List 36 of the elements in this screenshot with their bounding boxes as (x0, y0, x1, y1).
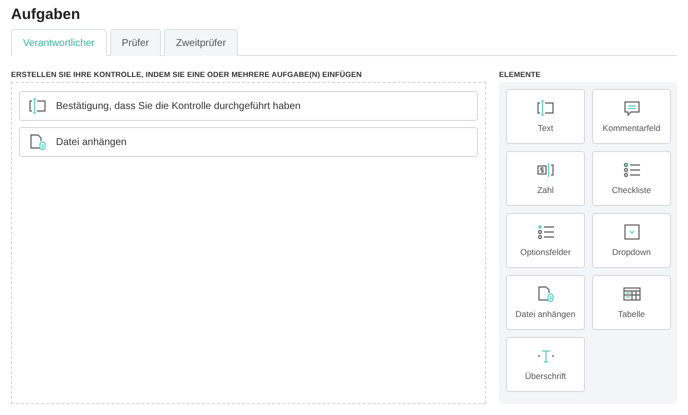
element-label: Überschrift (524, 371, 566, 381)
element-tile[interactable]: Tabelle (592, 275, 671, 330)
text-field-icon (28, 98, 48, 114)
tab[interactable]: Prüfer (110, 29, 161, 56)
element-tile[interactable]: Optionsfelder (506, 213, 585, 268)
number-field-icon (536, 162, 556, 178)
element-label: Kommentarfeld (602, 123, 660, 133)
element-label: Optionsfelder (520, 247, 571, 257)
element-tile[interactable]: Dropdown (592, 213, 671, 268)
attachment-icon (28, 134, 48, 150)
checklist-icon (622, 162, 642, 178)
task-label: Bestätigung, dass Sie die Kontrolle durchgeführt haben (56, 100, 301, 112)
element-tile[interactable]: Kommentarfeld (592, 89, 671, 144)
table-icon (622, 286, 642, 302)
element-tile[interactable]: Zahl (506, 151, 585, 206)
element-label: Text (538, 123, 554, 133)
element-label: Datei anhängen (515, 309, 576, 319)
dropdown-icon (622, 224, 642, 240)
element-label: Dropdown (612, 247, 651, 257)
element-tile[interactable]: Überschrift (506, 337, 585, 392)
element-label: Checkliste (612, 185, 652, 195)
text-field-icon (536, 100, 556, 116)
radio-list-icon (536, 224, 556, 240)
comment-icon (622, 100, 642, 116)
element-label: Tabelle (618, 309, 645, 319)
task-row[interactable]: Bestätigung, dass Sie die Kontrolle durchgeführt haben (19, 91, 478, 121)
attachment-icon (536, 286, 556, 302)
page-title: Aufgaben (11, 6, 82, 23)
element-tile[interactable]: Datei anhängen (506, 275, 585, 330)
task-row[interactable]: Datei anhängen (19, 127, 478, 157)
heading-icon (536, 348, 556, 364)
task-label: Datei anhängen (56, 136, 127, 148)
element-tile[interactable]: Checkliste (592, 151, 671, 206)
element-label: Zahl (537, 185, 554, 195)
element-tile[interactable]: Text (506, 89, 585, 144)
tab[interactable]: Zweitprüfer (164, 29, 238, 56)
